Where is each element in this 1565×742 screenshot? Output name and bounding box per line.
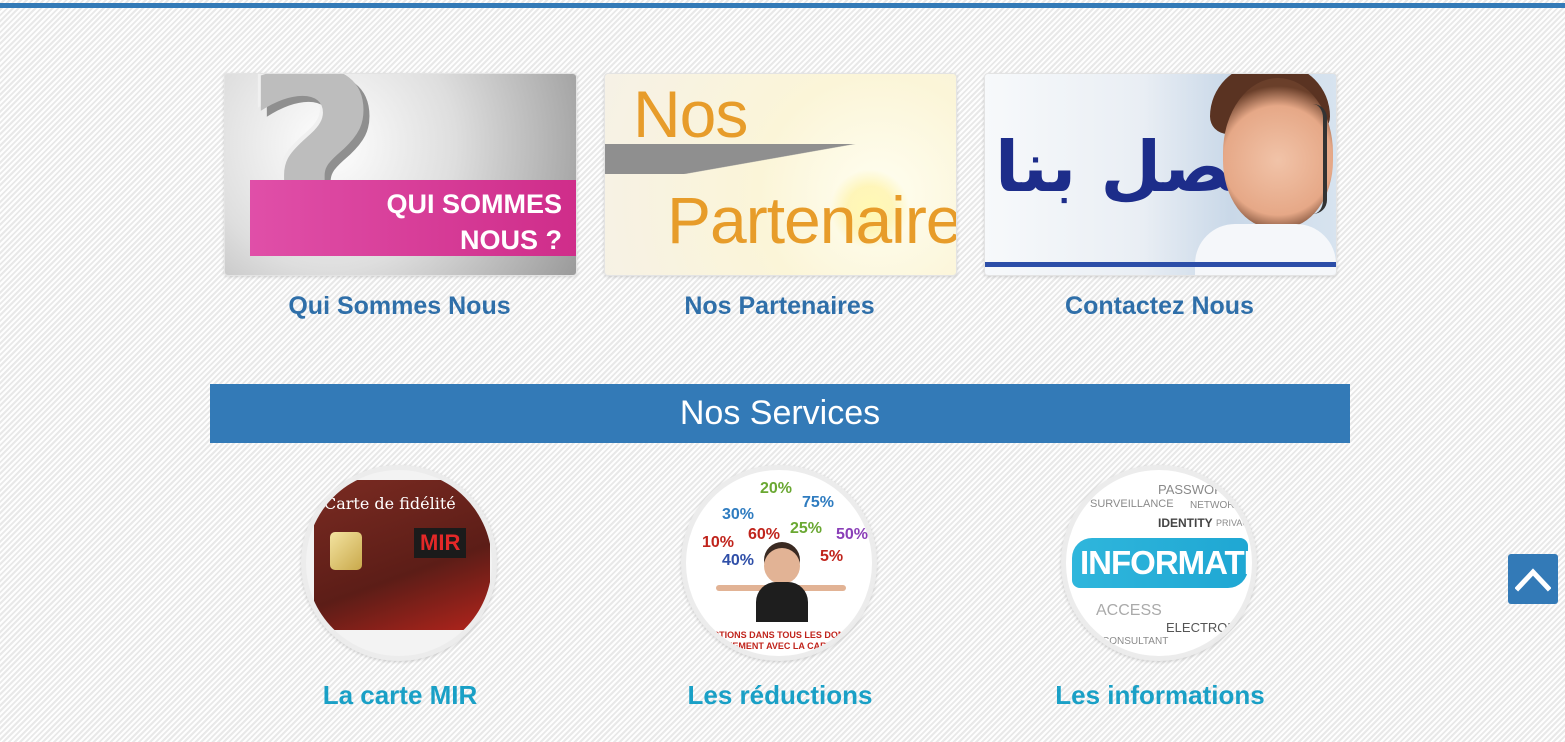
cloud-word: PRIVACY [1216,518,1255,528]
chevron-up-icon [1515,568,1551,592]
reductions-banner-line-1: UCTIONS DANS TOUS LES DOMA [706,630,852,640]
qui-sommes-nous-link[interactable]: Qui Sommes Nous [224,292,575,321]
services-heading: Nos Services [210,384,1350,443]
pct-label: 60% [748,526,781,543]
card-chip-icon [330,532,362,570]
partenaires-word-2: Partenaires [667,183,956,257]
cloud-word: NETWORK [1190,500,1242,511]
reductions-image[interactable]: 20% 75% 30% 60% 25% 50% 10% 40% 5% UCTIO… [681,465,877,661]
partenaires-word-1: Nos [633,77,748,151]
qui-sommes-nous-image[interactable]: ? QUI SOMMES NOUS ? [224,73,577,276]
cloud-word: ACCESS [1096,602,1162,619]
nos-partenaires-link[interactable]: Nos Partenaires [604,292,955,321]
pct-label: 20% [760,480,793,497]
cloud-word: PASSWORD [1158,482,1233,497]
pct-label: 75% [802,494,835,511]
informations-image[interactable]: PASSWORD SURVEILLANCE NETWORK IDENTITY P… [1061,465,1257,661]
top-accent-bar [0,3,1565,8]
pct-label: 50% [836,526,869,543]
person-head [764,548,800,584]
nos-partenaires-image[interactable]: Nos Partenaires [604,73,957,276]
blue-stripe [985,262,1336,267]
card-brand: MIR [414,528,467,558]
pink-banner: QUI SOMMES NOUS ? [250,180,576,256]
pct-label: 10% [702,534,735,551]
information-word: INFORMATION [1080,544,1252,581]
cloud-word: SURVEILLANCE [1090,498,1174,510]
person-body [756,582,808,622]
banner-line-2: NOUS ? [459,225,562,255]
pct-label: 5% [820,548,844,565]
reductions-link[interactable]: Les réductions [590,680,970,711]
pct-label: 30% [722,506,755,523]
pct-label: 40% [722,552,755,569]
headset-icon [1313,104,1327,214]
cloud-word: ELECTRON [1166,620,1237,635]
contactez-nous-image[interactable]: أتصل بنا [984,73,1337,276]
scroll-to-top-button[interactable] [1508,554,1558,604]
carte-mir-image[interactable]: Carte de fidélité MIR [301,465,497,661]
reductions-banner-line-2: UEMENT AVEC LA CART [725,641,833,651]
carte-mir-link[interactable]: La carte MIR [210,680,590,711]
operator-shirt [1195,224,1336,275]
banner-line-1: QUI SOMMES [386,189,562,219]
loyalty-card-graphic: Carte de fidélité MIR [314,480,490,630]
informations-link[interactable]: Les informations [970,680,1350,711]
cloud-word: IDENTITY [1158,516,1213,530]
contactez-nous-link[interactable]: Contactez Nous [984,292,1335,321]
pct-label: 25% [790,520,823,537]
card-title: Carte de fidélité [324,494,456,513]
cloud-word: CONSULTANT [1102,636,1169,647]
